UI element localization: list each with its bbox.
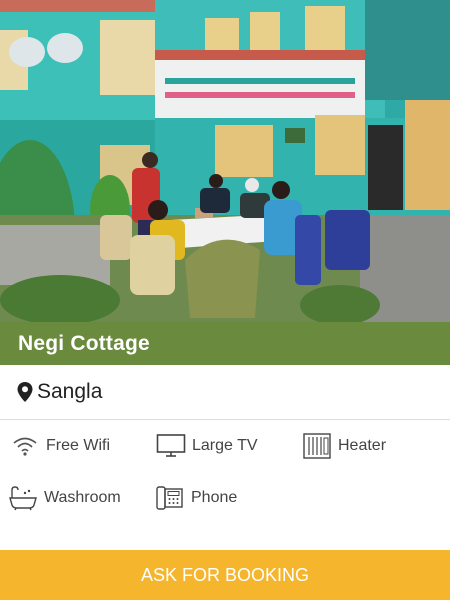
- amenity-label: Washroom: [44, 489, 121, 506]
- ask-for-booking-button[interactable]: ASK FOR BOOKING: [0, 550, 450, 600]
- washroom-icon: [8, 484, 38, 512]
- amenity-washroom: Washroom: [8, 484, 121, 512]
- location-row: Sangla: [0, 365, 450, 420]
- tv-icon: [156, 432, 186, 460]
- amenity-label: Phone: [191, 489, 238, 506]
- heater-icon: [302, 432, 332, 460]
- cottage-card: Negi Cottage Sangla Free Wifi Large TV H…: [0, 0, 450, 600]
- amenity-label: Heater: [338, 437, 387, 454]
- amenity-label: Free Wifi: [46, 437, 110, 454]
- title-bar: Negi Cottage: [0, 322, 450, 365]
- cottage-title[interactable]: Negi Cottage: [18, 332, 150, 356]
- amenity-wifi: Free Wifi: [10, 432, 110, 460]
- amenity-label: Large TV: [192, 437, 258, 454]
- map-pin-icon: [17, 382, 33, 402]
- amenity-phone: Phone: [155, 484, 237, 512]
- cottage-photo: [0, 0, 450, 322]
- amenity-heater: Heater: [302, 432, 386, 460]
- wifi-icon: [10, 432, 40, 460]
- phone-icon: [155, 484, 185, 512]
- location-text: Sangla: [37, 380, 103, 403]
- amenity-tv: Large TV: [156, 432, 258, 460]
